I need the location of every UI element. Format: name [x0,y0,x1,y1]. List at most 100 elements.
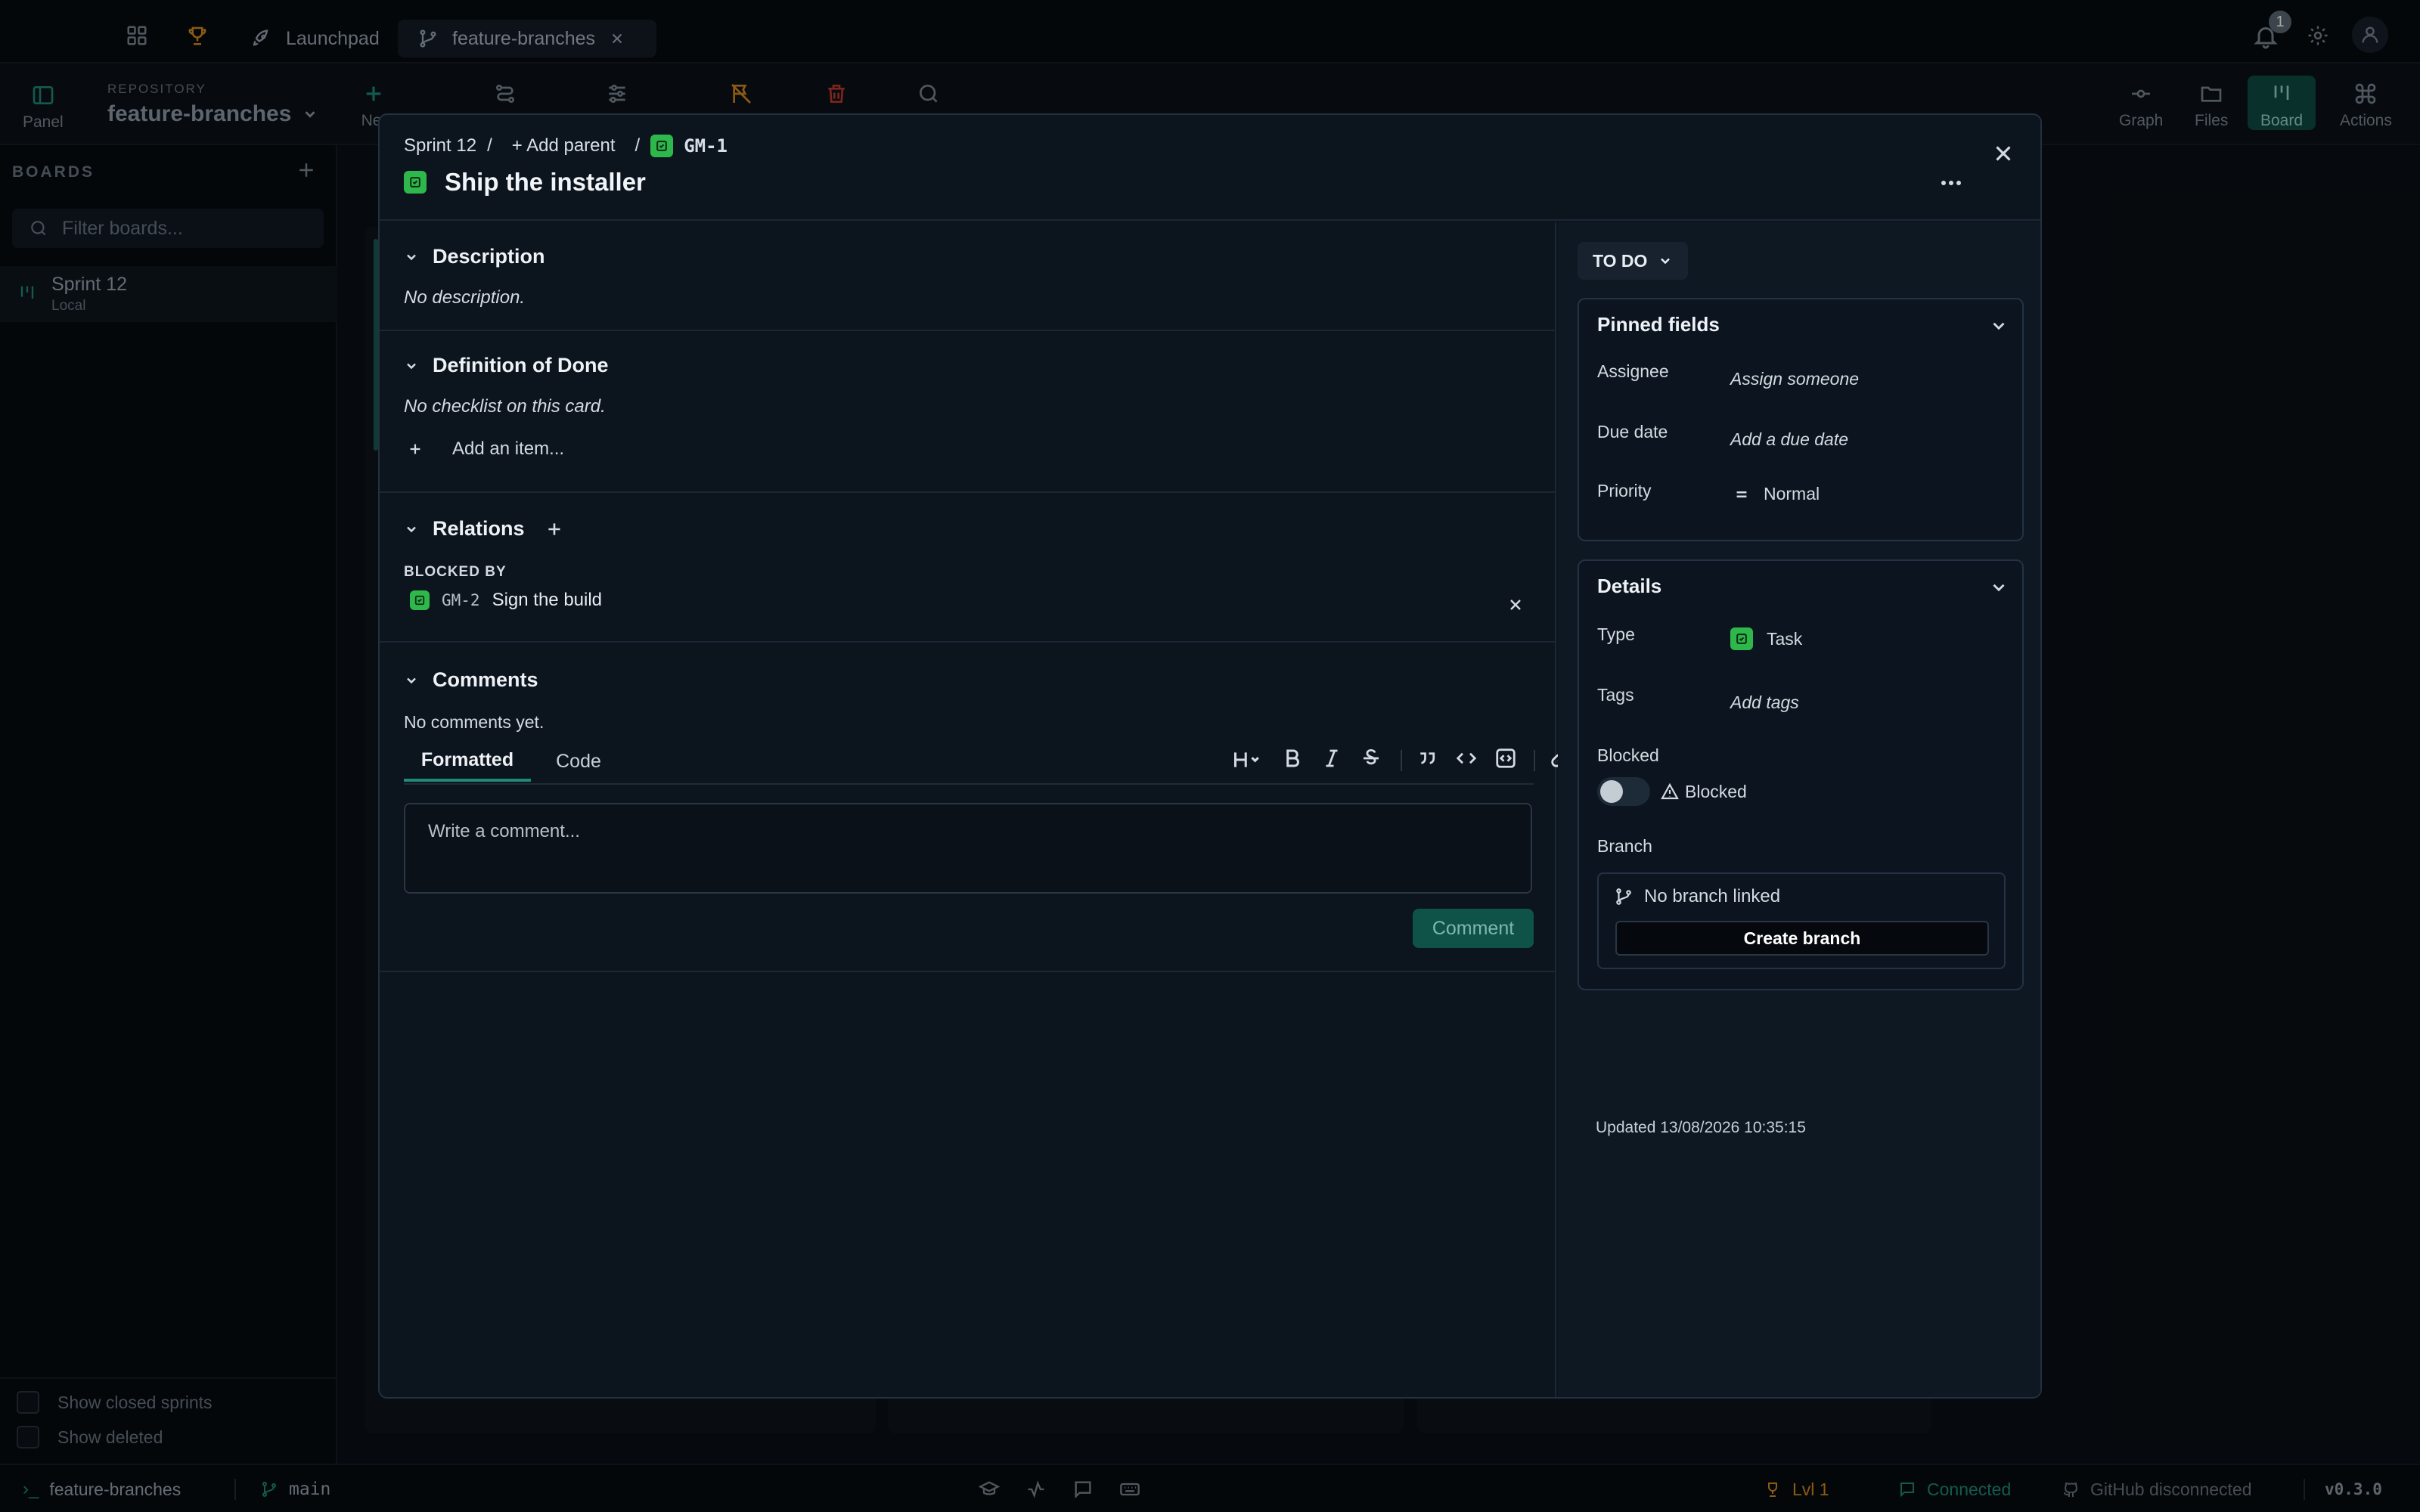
branch-status: No branch linked [1614,886,1780,907]
assignee-field[interactable]: Assign someone [1730,369,1859,389]
chevron-down-icon [407,363,416,369]
blocked-value: Blocked [1685,781,1747,801]
create-branch-button[interactable]: Create branch [1615,921,1989,956]
comment-submit-button[interactable]: Comment [1413,909,1534,948]
card-detail-modal: Sprint 12 / + Add parent / GM-1 Ship the… [378,113,2042,1399]
card-key[interactable]: GM-1 [684,135,728,156]
chevron-down-icon [407,254,416,260]
breadcrumb-separator: / [487,135,492,156]
dod-header[interactable]: Definition of Done [404,354,608,377]
branch-value: No branch linked [1644,886,1781,906]
comments-empty: No comments yet. [404,712,544,732]
chevron-down-icon[interactable] [1989,578,2009,597]
relations-header[interactable]: Relations [404,517,564,541]
add-checklist-item-button[interactable]: Add an item... [407,438,564,460]
comment-input[interactable]: Write a comment... [404,803,1532,894]
italic-icon[interactable] [1320,747,1346,773]
updated-timestamp: Updated 13/08/2026 10:35:15 [1596,1119,1806,1136]
toolbar-separator [1534,750,1535,771]
close-icon [1996,146,2011,161]
pinned-fields-card: Pinned fields Assignee Assign someone Du… [1578,298,2024,541]
task-icon [404,171,427,194]
more-options-button[interactable] [1936,168,1966,198]
dod-heading: Definition of Done [433,354,609,376]
task-icon [410,590,430,610]
comments-header[interactable]: Comments [404,668,538,692]
due-date-label: Due date [1597,422,1668,442]
description-section: Description No description. [380,222,1556,331]
relation-title: Sign the build [492,590,603,610]
relations-section: Relations BLOCKED BY GM-2 Sign the build [380,493,1556,643]
due-date-field[interactable]: Add a due date [1730,429,1848,450]
details-card: Details Type Task Tags Add tags Blocked … [1578,559,2024,990]
code-block-icon[interactable] [1494,747,1520,773]
status-dropdown[interactable]: TO DO [1578,242,1689,280]
bold-icon[interactable] [1281,747,1307,773]
relation-item[interactable]: GM-2 Sign the build [410,590,602,611]
tags-label: Tags [1597,685,1634,705]
relations-heading: Relations [433,517,525,540]
modal-header: Sprint 12 / + Add parent / GM-1 Ship the… [380,115,2040,221]
code-icon[interactable] [1455,747,1481,773]
task-icon [650,135,674,157]
description-header[interactable]: Description [404,245,545,268]
type-label: Type [1597,624,1635,644]
chevron-down-icon [1661,258,1671,265]
dod-empty: No checklist on this card. [404,396,606,417]
card-title[interactable]: Ship the installer [445,168,646,197]
priority-label: Priority [1597,481,1652,500]
add-relation-icon[interactable] [544,519,564,539]
card-title-row: Ship the installer [404,168,646,197]
close-icon [1510,600,1521,610]
chevron-down-icon[interactable] [1989,316,2009,336]
toggle-knob [1600,780,1623,803]
chevron-down-icon [407,677,416,683]
chevron-down-icon [407,526,416,532]
description-empty[interactable]: No description. [404,287,525,308]
tab-code[interactable]: Code [531,741,626,782]
description-heading: Description [433,245,545,268]
details-title: Details [1597,575,1662,597]
editor-tabs: Formatted Code [404,741,626,782]
breadcrumb-sprint[interactable]: Sprint 12 [404,135,476,156]
branch-icon [1616,888,1631,905]
tab-formatted[interactable]: Formatted [404,741,531,782]
branch-box: No branch linked Create branch [1597,872,2006,969]
comment-placeholder: Write a comment... [428,821,580,841]
type-value: Task [1767,628,1803,649]
warning-icon [1661,782,1679,800]
pinned-fields-title: Pinned fields [1597,313,1720,336]
status-value: TO DO [1593,250,1648,271]
heading-icon[interactable] [1231,747,1266,773]
tags-field[interactable]: Add tags [1730,692,1799,713]
dod-section: Definition of Done No checklist on this … [380,331,1556,493]
quote-icon[interactable] [1416,747,1441,773]
comments-heading: Comments [433,668,538,691]
relation-key: GM-2 [442,591,480,609]
priority-value: Normal [1764,484,1820,503]
plus-icon [410,444,420,454]
branch-label: Branch [1597,836,1652,856]
card-main-column: Description No description. Definition o… [380,222,1882,1397]
breadcrumb-separator: / [634,135,641,156]
blocked-toggle[interactable] [1597,777,1650,806]
priority-normal-icon [1736,491,1747,497]
add-item-label: Add an item... [452,438,565,459]
assignee-label: Assignee [1597,361,1669,381]
toolbar-separator [1401,750,1402,771]
type-field[interactable]: Task [1730,627,1802,650]
editor-tabs-divider [404,783,1534,785]
card-side-column: TO DO Pinned fields Assignee Assign some… [1558,222,2040,1397]
relation-group-label: BLOCKED BY [404,564,507,580]
ellipsis-icon [1941,181,1961,185]
breadcrumb: Sprint 12 / + Add parent / GM-1 [404,135,728,157]
blocked-toggle-row: Blocked [1597,777,1747,806]
task-icon [1730,627,1753,650]
strikethrough-icon[interactable] [1360,747,1385,773]
blocked-label: Blocked [1597,745,1659,765]
priority-field[interactable]: Normal [1733,484,1820,504]
add-parent-button[interactable]: + Add parent [512,135,616,156]
comments-section: Comments No comments yet. Formatted Code [380,643,1882,972]
remove-relation-button[interactable] [1506,596,1525,614]
close-modal-button[interactable] [1990,141,2016,166]
